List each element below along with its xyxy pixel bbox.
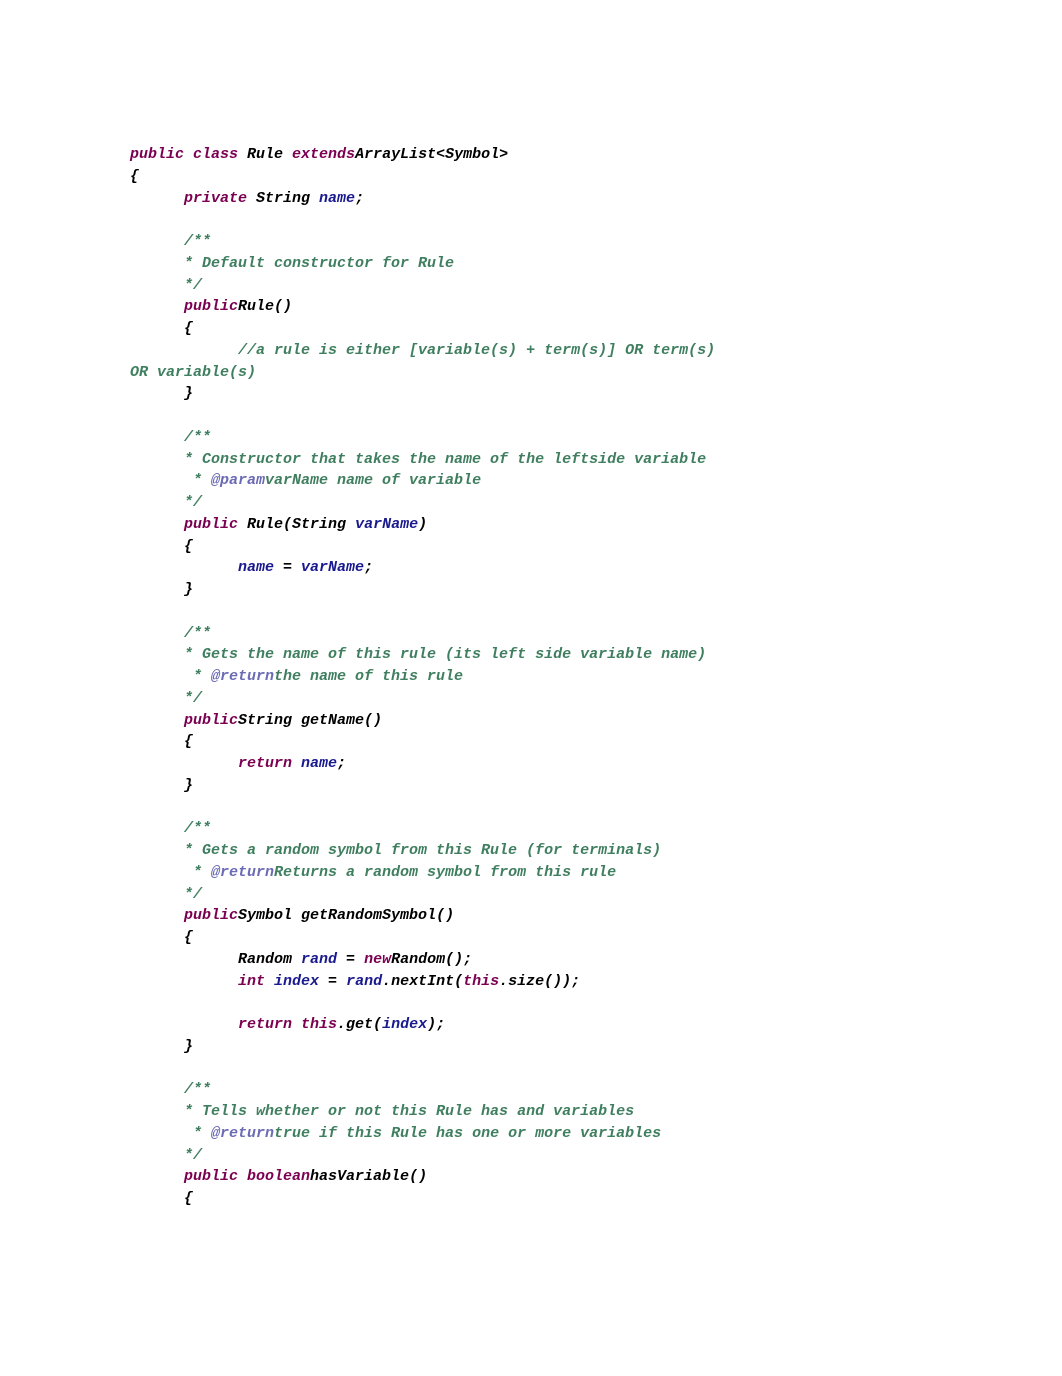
keyword-public: public bbox=[130, 146, 184, 163]
javadoc-open: /** bbox=[130, 1081, 211, 1098]
keyword-extends: extends bbox=[292, 146, 355, 163]
keyword-public: public bbox=[130, 516, 247, 533]
keyword-new: new bbox=[364, 951, 391, 968]
javadoc-text: varName name of variable bbox=[265, 472, 481, 489]
call-get: .get( bbox=[337, 1016, 382, 1033]
javadoc-close: */ bbox=[130, 494, 202, 511]
javadoc-line: * Default constructor for Rule bbox=[130, 255, 454, 272]
param-varname-ref: varName bbox=[301, 559, 364, 576]
method-hasvariable: hasVariable() bbox=[310, 1168, 427, 1185]
brace-close: } bbox=[130, 385, 193, 402]
ctor-rule: Rule() bbox=[238, 298, 292, 315]
keyword-class: class bbox=[184, 146, 247, 163]
keyword-this: this bbox=[463, 973, 499, 990]
keyword-return: return bbox=[130, 755, 301, 772]
brace-close: } bbox=[130, 581, 193, 598]
javadoc-param: @param bbox=[211, 472, 265, 489]
var-rand-ref: rand bbox=[346, 973, 382, 990]
keyword-public: public bbox=[130, 298, 238, 315]
paren-close: ) bbox=[418, 516, 427, 533]
javadoc-return: @return bbox=[211, 1125, 274, 1142]
paren-close-semi: ); bbox=[427, 1016, 445, 1033]
brace-close: } bbox=[130, 777, 193, 794]
equals: = bbox=[346, 951, 364, 968]
semicolon: ; bbox=[364, 559, 373, 576]
brace-open: { bbox=[130, 1190, 193, 1207]
javadoc-close: */ bbox=[130, 277, 202, 294]
semicolon: ; bbox=[355, 190, 364, 207]
classname-rule: Rule bbox=[247, 146, 292, 163]
type-random: Random bbox=[130, 951, 301, 968]
var-rand: rand bbox=[301, 951, 346, 968]
brace-open: { bbox=[130, 538, 193, 555]
javadoc-close: */ bbox=[130, 886, 202, 903]
keyword-public: public bbox=[130, 1168, 247, 1185]
field-name: name bbox=[319, 190, 355, 207]
javadoc-line: * Tells whether or not this Rule has and… bbox=[130, 1103, 634, 1120]
javadoc-open: /** bbox=[130, 820, 211, 837]
javadoc-text: the name of this rule bbox=[274, 668, 463, 685]
javadoc-close: */ bbox=[130, 690, 202, 707]
javadoc-line: * Constructor that takes the name of the… bbox=[130, 451, 706, 468]
javadoc-prefix: * bbox=[130, 864, 211, 881]
var-index: index bbox=[274, 973, 328, 990]
keyword-return: return bbox=[130, 1016, 301, 1033]
param-varname: varName bbox=[355, 516, 418, 533]
method-getrandomsymbol: Symbol getRandomSymbol() bbox=[238, 907, 454, 924]
equals: = bbox=[283, 559, 301, 576]
javadoc-open: /** bbox=[130, 233, 211, 250]
javadoc-open: /** bbox=[130, 625, 211, 642]
javadoc-return: @return bbox=[211, 668, 274, 685]
ctor-rule-string: Rule(String bbox=[247, 516, 355, 533]
method-getname: String getName() bbox=[238, 712, 382, 729]
equals: = bbox=[328, 973, 346, 990]
brace-open: { bbox=[130, 168, 139, 185]
keyword-public: public bbox=[130, 712, 238, 729]
call-size: .size()); bbox=[499, 973, 580, 990]
brace-open: { bbox=[130, 320, 193, 337]
type-string: String bbox=[256, 190, 319, 207]
javadoc-text: true if this Rule has one or more variab… bbox=[274, 1125, 661, 1142]
javadoc-line: * Gets the name of this rule (its left s… bbox=[130, 646, 706, 663]
semicolon: ; bbox=[337, 755, 346, 772]
field-name-ref: name bbox=[130, 559, 283, 576]
javadoc-prefix: * bbox=[130, 1125, 211, 1142]
ctor-random: Random(); bbox=[391, 951, 472, 968]
javadoc-prefix: * bbox=[130, 668, 211, 685]
javadoc-line: * Gets a random symbol from this Rule (f… bbox=[130, 842, 661, 859]
keyword-public: public bbox=[130, 907, 238, 924]
javadoc-close: */ bbox=[130, 1147, 202, 1164]
brace-open: { bbox=[130, 929, 193, 946]
brace-open: { bbox=[130, 733, 193, 750]
keyword-int: int bbox=[130, 973, 274, 990]
type-arraylist-symbol: ArrayList<Symbol> bbox=[355, 146, 508, 163]
javadoc-return: @return bbox=[211, 864, 274, 881]
keyword-this: this bbox=[301, 1016, 337, 1033]
line-comment: //a rule is either [variable(s) + term(s… bbox=[130, 342, 715, 359]
line-comment-wrap: OR variable(s) bbox=[130, 364, 256, 381]
call-nextint: .nextInt( bbox=[382, 973, 463, 990]
field-name-ref: name bbox=[301, 755, 337, 772]
code-page: public class Rule extendsArrayList<Symbo… bbox=[0, 0, 1062, 1376]
javadoc-open: /** bbox=[130, 429, 211, 446]
javadoc-prefix: * bbox=[130, 472, 211, 489]
keyword-boolean: boolean bbox=[247, 1168, 310, 1185]
javadoc-text: Returns a random symbol from this rule bbox=[274, 864, 616, 881]
var-index-ref: index bbox=[382, 1016, 427, 1033]
keyword-private: private bbox=[130, 190, 256, 207]
brace-close: } bbox=[130, 1038, 193, 1055]
